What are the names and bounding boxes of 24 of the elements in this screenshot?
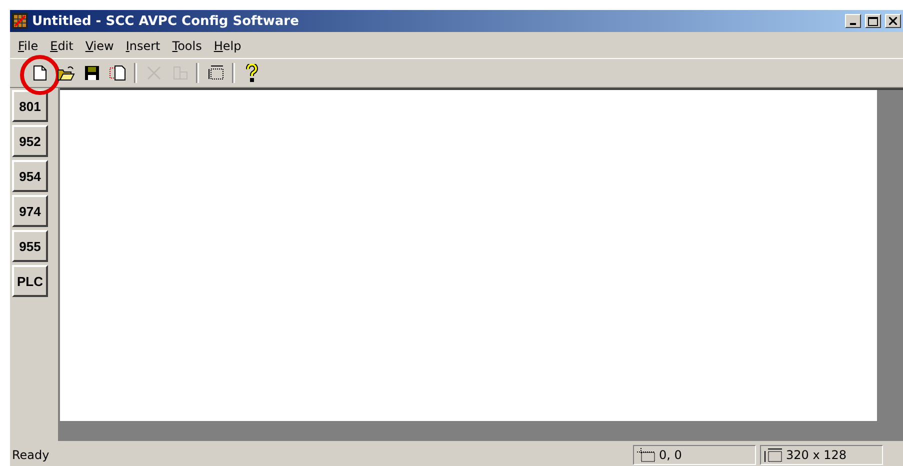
menu-item[interactable]: Insert [120,39,166,53]
menu-item[interactable]: File [12,39,44,53]
device-button[interactable]: 954 [12,160,48,192]
dimension-icon [764,448,782,462]
maximize-icon [868,16,878,26]
close-button[interactable] [885,14,901,28]
minimize-button[interactable] [845,14,861,28]
device-button[interactable]: 974 [12,195,48,227]
menu-item[interactable]: Tools [166,39,208,53]
position-icon [637,448,655,462]
device-button[interactable]: PLC [12,265,48,297]
close-icon [889,17,897,25]
size-text: 320 x 128 [786,448,847,462]
device-button[interactable]: 955 [12,230,48,262]
menu-item[interactable]: Edit [44,39,80,53]
menu-item[interactable]: View [79,39,120,53]
maximize-button[interactable] [865,14,881,28]
device-button[interactable]: 801 [12,90,48,122]
app-icon [12,13,28,29]
menu-item[interactable]: Help [208,39,248,53]
device-button[interactable]: 952 [12,125,48,157]
position-text: 0, 0 [659,448,682,462]
status-message: Ready [12,448,50,462]
window-title: Untitled - SCC AVPC Config Software [32,14,300,28]
